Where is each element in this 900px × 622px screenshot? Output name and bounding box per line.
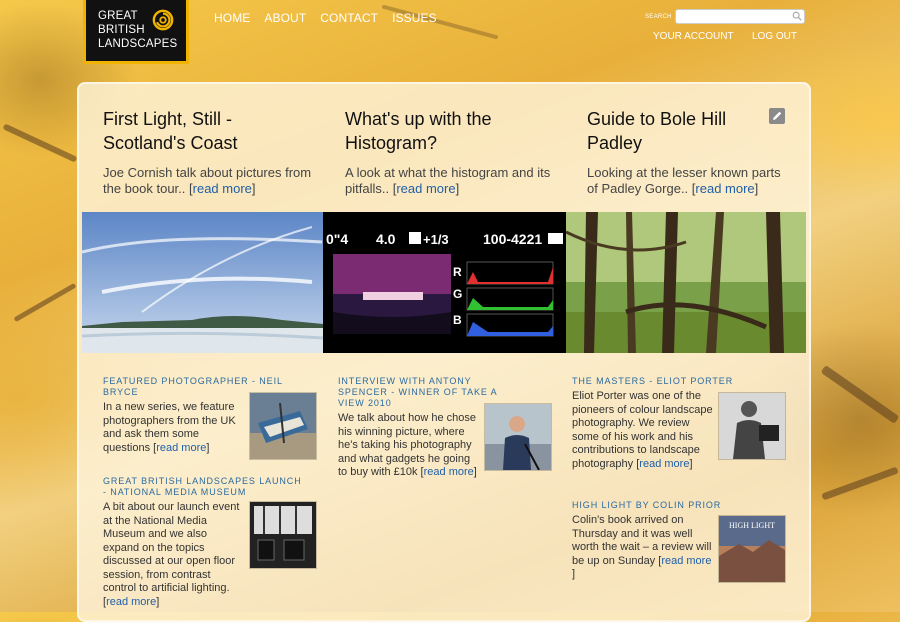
- read-more-link[interactable]: read more: [424, 466, 474, 478]
- histogram-photo[interactable]: 0"4 4.0 +1/3 100-4221 R G B: [323, 212, 566, 353]
- article-masters: THE MASTERS - ELIOT PORTER Eliot Porter …: [572, 376, 732, 471]
- feature-column: First Light, Still - Scotland's Coast Jo…: [103, 107, 313, 197]
- article-body: Colin's book arrived on Thursday and it …: [572, 514, 712, 580]
- channel-b: B: [453, 313, 462, 327]
- eliot-porter-thumbnail[interactable]: [718, 392, 786, 460]
- article-body: Eliot Porter was one of the pioneers of …: [572, 390, 713, 470]
- nav-about[interactable]: ABOUT: [264, 11, 306, 25]
- museum-thumbnail[interactable]: [249, 501, 317, 569]
- article-high-light: HIGH LIGHT BY COLIN PRIOR Colin's book a…: [572, 500, 720, 582]
- feature-summary: Joe Cornish talk about pictures from the…: [103, 165, 312, 196]
- nav-issues[interactable]: ISSUES: [392, 11, 437, 25]
- feature-title[interactable]: What's up with the Histogram?: [345, 107, 555, 155]
- nav-home[interactable]: HOME: [214, 11, 250, 25]
- article-interview: INTERVIEW WITH ANTONY SPENCER - WINNER O…: [338, 376, 496, 480]
- background-branch: [821, 466, 899, 501]
- frame-readout: 100-4221: [483, 231, 542, 247]
- feature-column: What's up with the Histogram? A look at …: [345, 107, 555, 197]
- article-title[interactable]: HIGH LIGHT BY COLIN PRIOR: [572, 500, 787, 511]
- shutter-readout: 0"4: [326, 231, 348, 247]
- aperture-readout: 4.0: [376, 231, 396, 247]
- article-body: A bit about our launch event at the Nati…: [103, 501, 240, 608]
- nav-contact[interactable]: CONTACT: [320, 11, 378, 25]
- read-more-link[interactable]: read more: [106, 596, 156, 608]
- article-launch: GREAT BRITISH LANDSCAPES LAUNCH - NATION…: [103, 476, 301, 609]
- read-more-link[interactable]: read more: [639, 458, 689, 470]
- article-body: In a new series, we feature photographer…: [103, 401, 236, 454]
- article-title[interactable]: GREAT BRITISH LANDSCAPES LAUNCH - NATION…: [103, 476, 303, 498]
- read-more-link[interactable]: read more: [193, 181, 252, 196]
- article-title[interactable]: THE MASTERS - ELIOT PORTER: [572, 376, 787, 387]
- read-more-link[interactable]: read more: [661, 555, 711, 567]
- logo-line: LANDSCAPES: [98, 38, 178, 50]
- feature-summary: Looking at the lesser known parts of Pad…: [587, 165, 781, 196]
- exposure-comp-icon: [409, 232, 421, 244]
- coast-photo[interactable]: [82, 212, 323, 353]
- read-more-link[interactable]: read more: [156, 442, 206, 454]
- site-logo[interactable]: GREAT BRITISH LANDSCAPES: [83, 0, 189, 64]
- read-more-link[interactable]: read more: [396, 181, 455, 196]
- feature-summary: A look at what the histogram and its pit…: [345, 165, 551, 196]
- book-cover-thumbnail[interactable]: HIGH LIGHT: [718, 515, 786, 583]
- book-cover-title: HIGH LIGHT: [729, 521, 775, 530]
- article-body: We talk about how he chose his winning p…: [338, 412, 477, 478]
- main-nav: HOME ABOUT CONTACT ISSUES: [214, 11, 437, 25]
- woodland-photo[interactable]: [566, 212, 806, 353]
- article-featured-photographer: FEATURED PHOTOGRAPHER - NEIL BRYCE In a …: [103, 376, 282, 455]
- boat-thumbnail[interactable]: [249, 392, 317, 460]
- search-input[interactable]: [675, 9, 805, 24]
- background-branch: [2, 123, 78, 163]
- photographer-thumbnail[interactable]: [484, 403, 552, 471]
- search-label: SEARCH: [645, 14, 672, 20]
- background-branch: [820, 365, 900, 424]
- channel-r: R: [453, 265, 462, 279]
- your-account-link[interactable]: YOUR ACCOUNT: [653, 31, 734, 42]
- background-branch: [13, 282, 77, 323]
- read-more-link[interactable]: read more: [695, 181, 754, 196]
- exposure-comp-readout: +1/3: [423, 232, 449, 247]
- logo-swirl-icon: [152, 9, 174, 31]
- feature-title[interactable]: First Light, Still - Scotland's Coast: [103, 107, 313, 155]
- card-icon: [548, 233, 563, 244]
- search-icon[interactable]: [792, 11, 802, 21]
- log-out-link[interactable]: LOG OUT: [752, 31, 797, 42]
- feature-column: Guide to Bole Hill Padley Looking at the…: [587, 107, 782, 197]
- edit-pencil-icon[interactable]: [769, 108, 785, 124]
- feature-title[interactable]: Guide to Bole Hill Padley: [587, 107, 782, 155]
- channel-g: G: [453, 287, 462, 301]
